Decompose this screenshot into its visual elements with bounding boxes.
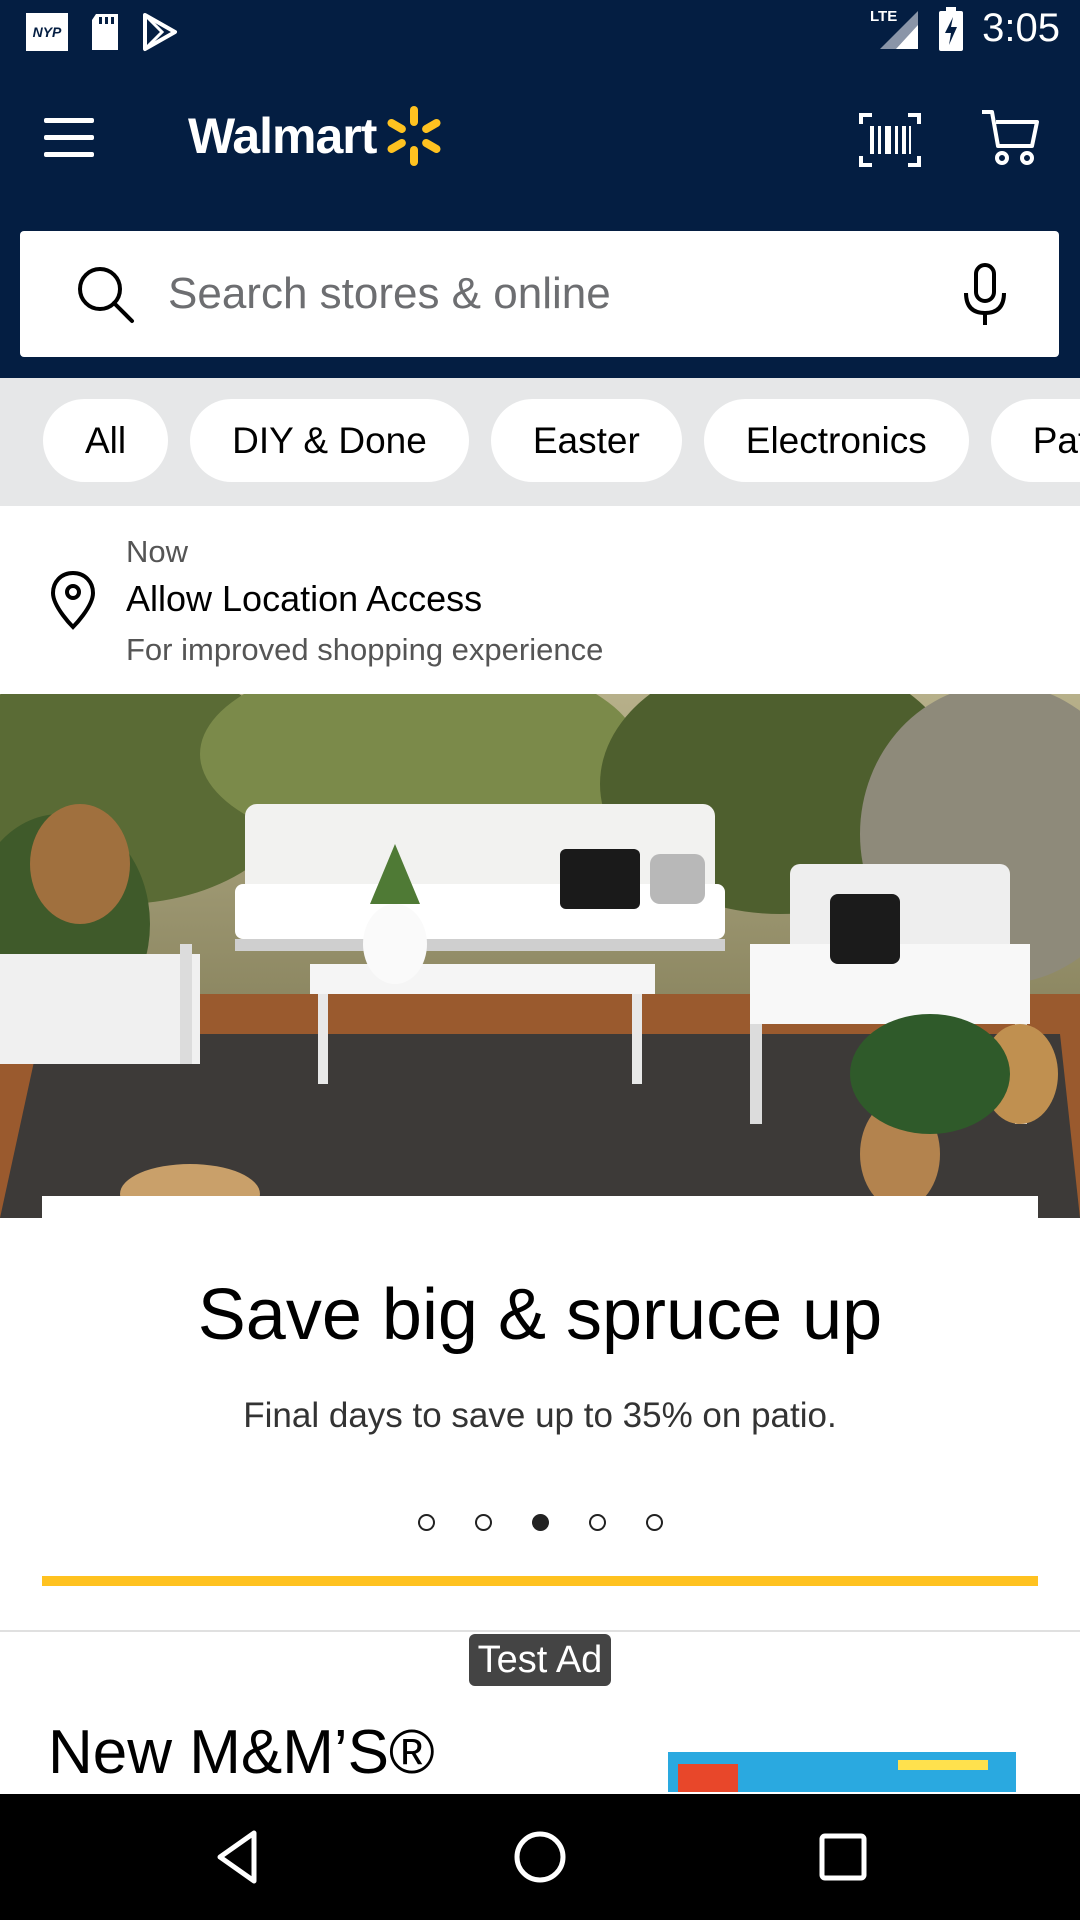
carousel-dot[interactable] [645,1514,663,1531]
location-access-card[interactable]: Now Allow Location Access For improved s… [0,506,1080,694]
hamburger-line [44,135,94,140]
microphone-icon[interactable] [960,263,1010,327]
patio-furniture-image [0,694,1080,1218]
chip-easter[interactable]: Easter [490,399,682,482]
search-input[interactable] [168,251,908,337]
carousel-dots [42,1514,1038,1531]
location-time-label: Now [126,534,189,569]
hero-accent-bar [42,1576,1038,1586]
hero-subtitle: Final days to save up to 35% on patio. [243,1396,837,1435]
carousel-dot[interactable] [588,1514,606,1531]
app-header: Walmart [0,64,1080,378]
location-subtitle: For improved shopping experience [126,632,604,667]
android-nav-bar [0,1794,1080,1920]
category-chips-bar: All DIY & Done Easter Electronics Pat [0,378,1080,506]
battery-charging-icon [939,6,964,51]
brand-name: Walmart [188,108,377,164]
section-divider [0,1630,1080,1632]
network-label: LTE [870,8,897,25]
chip-diy-and-done[interactable]: DIY & Done [190,399,469,482]
search-bar[interactable] [20,231,1059,357]
nyp-app-icon: NYP [26,13,68,51]
nyp-label: NYP [32,24,62,40]
location-title: Allow Location Access [126,578,483,619]
sd-card-icon [92,14,118,50]
hero-banner-image[interactable] [0,694,1080,1218]
clock: 3:05 [982,6,1060,50]
menu-button[interactable] [44,118,104,162]
hero-title: Save big & spruce up [197,1275,883,1355]
carousel-dot-active[interactable] [531,1514,549,1531]
lte-signal-icon: LTE [870,8,919,49]
hamburger-line [44,152,94,157]
ad-title[interactable]: New M&M’S® [48,1720,608,1785]
play-store-icon [143,13,177,51]
walmart-logo[interactable]: Walmart [188,104,444,168]
location-pin-icon [50,570,96,630]
hero-promo-card[interactable]: Save big & spruce up Final days to save … [42,1196,1038,1588]
cart-icon[interactable] [980,106,1040,166]
home-icon[interactable] [510,1827,570,1887]
category-chips: All DIY & Done Easter Electronics Pat [43,399,1080,482]
hamburger-line [44,118,94,123]
status-bar: NYP LTE 3:05 [0,0,1080,64]
walmart-spark-icon [387,106,441,166]
chip-electronics[interactable]: Electronics [703,399,969,482]
chip-all[interactable]: All [43,399,169,482]
carousel-dot[interactable] [417,1514,435,1531]
barcode-scanner-icon[interactable] [858,112,922,168]
ad-product-image[interactable] [668,1752,1016,1792]
search-icon [78,267,134,323]
back-icon[interactable] [210,1827,270,1887]
test-ad-badge: Test Ad [469,1634,611,1686]
recents-icon[interactable] [813,1827,873,1887]
carousel-dot[interactable] [474,1514,492,1531]
chip-patio[interactable]: Pat [990,399,1080,482]
